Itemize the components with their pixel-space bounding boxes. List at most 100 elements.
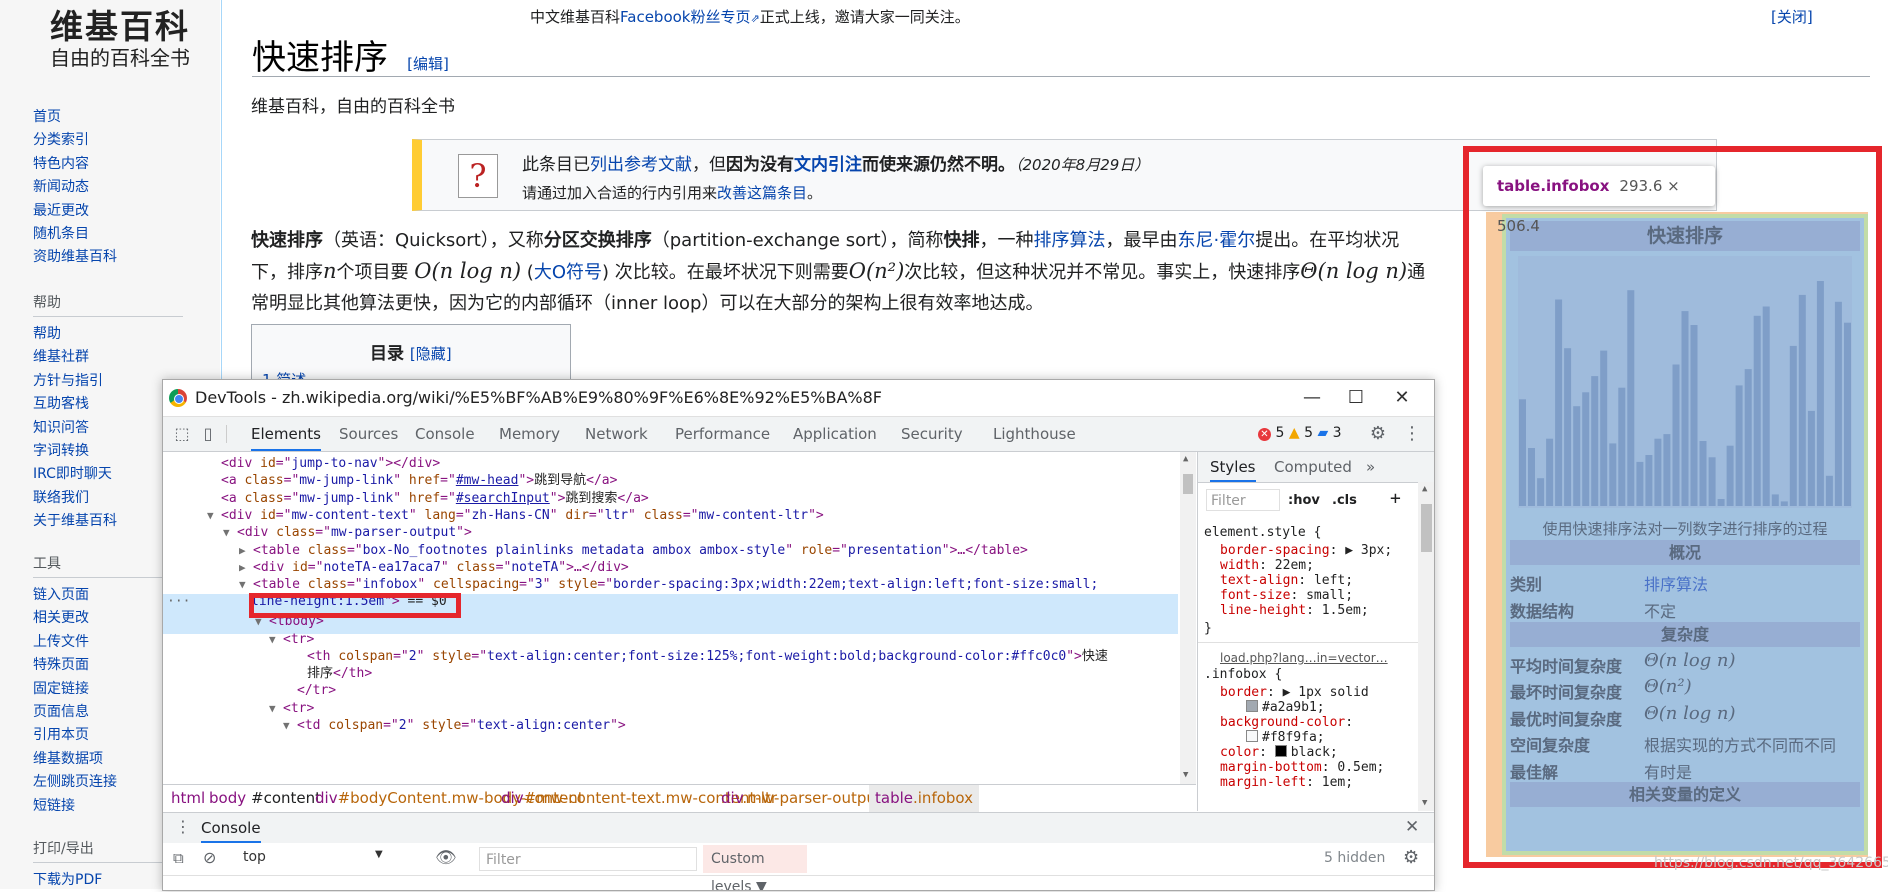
close-icon[interactable]: ✕: [1382, 383, 1422, 413]
drawer-close-icon[interactable]: ✕: [1405, 817, 1419, 837]
styles-scroll-thumb[interactable]: [1421, 504, 1432, 552]
tony-hoare-link[interactable]: 东尼·霍尔: [1178, 230, 1256, 251]
dom-node-line[interactable]: <th colspan="2" style="text-align:center…: [293, 647, 1108, 667]
lead-text: （partition-exchange sort），简称: [651, 230, 944, 251]
toc-toggle[interactable]: [隐藏]: [410, 345, 452, 363]
ambox-improve-link[interactable]: 改善这篇条目: [717, 184, 807, 202]
scroll-down-icon[interactable]: ▼: [1422, 798, 1427, 808]
dom-token: class: [643, 507, 683, 523]
devtools-tab-lighthouse[interactable]: Lighthouse: [993, 417, 1076, 451]
devtools-tab-sources[interactable]: Sources: [339, 417, 398, 451]
dom-token: ": [393, 473, 409, 489]
sidebar-item-nav[interactable]: 特色内容: [33, 153, 213, 176]
dom-node-line[interactable]: ▼ <td colspan="2" style="text-align:cente…: [283, 716, 626, 736]
hov-toggle[interactable]: :hov: [1288, 492, 1320, 510]
node-actions-ellipsis[interactable]: ···: [167, 594, 190, 609]
devtools-tab-memory[interactable]: Memory: [499, 417, 560, 451]
custom-levels-dropdown[interactable]: Custom levels ▼: [703, 845, 807, 890]
devtools-tab-elements[interactable]: Elements: [251, 417, 321, 451]
live-expression-eye-icon[interactable]: 👁: [435, 848, 457, 868]
dom-token: =": [440, 473, 456, 489]
sorting-algorithm-link[interactable]: 排序算法: [1034, 230, 1106, 251]
color-swatch[interactable]: [1274, 745, 1287, 757]
more-vertical-icon[interactable]: ⋮: [1403, 425, 1421, 443]
elements-scroll-thumb[interactable]: [1183, 474, 1193, 494]
sidebar-item-nav[interactable]: 随机条目: [33, 223, 213, 246]
sidebar-item-nav[interactable]: 新闻动态: [33, 176, 213, 199]
dom-token[interactable]: #searchInput: [456, 491, 550, 506]
sidebar-item-nav[interactable]: 首页: [33, 106, 213, 129]
ambox-inline-cite-link[interactable]: 文内引注: [794, 155, 862, 175]
breadcrumb-item[interactable]: html: [171, 785, 205, 812]
sidebar-item-nav[interactable]: 分类索引: [33, 129, 213, 152]
logo-subtitle: 自由的百科全书: [50, 46, 190, 70]
color-swatch[interactable]: [1246, 700, 1258, 712]
rule-close: }: [1204, 621, 1212, 636]
ambox-ref-link[interactable]: 列出参考文献: [590, 155, 692, 175]
collapse-triangle-icon[interactable]: ▼: [283, 716, 297, 736]
edit-link[interactable]: [编辑]: [407, 55, 449, 73]
clear-console-icon[interactable]: ⊘: [203, 848, 216, 867]
chrome-icon: [169, 389, 187, 407]
notice-link[interactable]: Facebook粉丝专页: [620, 8, 750, 26]
collapse-triangle-icon[interactable]: ▼: [223, 523, 237, 543]
breadcrumb-item[interactable]: body: [209, 785, 246, 812]
dom-token: ": [785, 542, 801, 558]
styles-filter-input[interactable]: Filter: [1206, 489, 1280, 511]
inspect-element-icon[interactable]: ⬚: [173, 425, 191, 443]
devtools-tab-network[interactable]: Network: [585, 417, 648, 451]
css-declaration[interactable]: line-height: 1.5em;: [1220, 602, 1369, 620]
devtools-tab-performance[interactable]: Performance: [675, 417, 770, 451]
add-rule-icon[interactable]: +: [1390, 490, 1401, 508]
elements-tree[interactable]: ··· <div id="jump-to-nav"></div> <a class…: [163, 452, 1196, 784]
settings-gear-icon[interactable]: ⚙: [1369, 425, 1387, 443]
scroll-up-icon[interactable]: ▲: [1422, 484, 1427, 494]
tooltip-selector: table.infobox: [1497, 177, 1610, 195]
sidebar-item-help[interactable]: 帮助: [33, 323, 213, 346]
devtools-tab-console[interactable]: Console: [415, 417, 475, 451]
cls-toggle[interactable]: .cls: [1332, 492, 1357, 510]
big-o-link[interactable]: 大O符号: [534, 262, 602, 283]
collapse-triangle-icon[interactable]: ▼: [269, 699, 283, 719]
elements-scrollbar[interactable]: ▲ ▼: [1180, 452, 1196, 784]
styles-scrollbar[interactable]: ▲ ▼: [1418, 482, 1434, 811]
rule-source-link[interactable]: load.php?lang…in=vector…: [1220, 649, 1388, 667]
breadcrumb-item[interactable]: div.mw-parser-output: [721, 785, 882, 812]
sidebar-item-nav[interactable]: 最近更改: [33, 200, 213, 223]
dom-token: <th: [307, 648, 339, 664]
dom-token[interactable]: #mw-head: [456, 473, 519, 488]
device-toolbar-icon[interactable]: ▯: [199, 425, 217, 443]
context-selector[interactable]: top ▼: [243, 849, 393, 869]
styles-tab[interactable]: »: [1366, 452, 1375, 482]
drawer-tab-console[interactable]: Console: [201, 813, 261, 843]
close-notice-link[interactable]: [关闭]: [1771, 6, 1813, 27]
sidebar-item-nav[interactable]: 资助维基百科: [33, 246, 213, 269]
color-swatch[interactable]: [1246, 730, 1258, 742]
lead-line-1: 快速排序（英语：Quicksort），又称分区交换排序（partition-ex…: [251, 225, 1471, 256]
breadcrumb-item[interactable]: #content: [251, 785, 321, 812]
drawer-menu-icon[interactable]: ⋮: [175, 817, 191, 836]
issue-badges[interactable]: ✕ 5 ▲ 5 ▰ 3: [1258, 425, 1342, 441]
dom-token: 排序: [307, 666, 334, 682]
css-declaration[interactable]: margin-left: 1em;: [1220, 774, 1353, 792]
breadcrumb-item[interactable]: table.infobox: [869, 785, 980, 812]
dom-token: =": [440, 490, 456, 506]
collapse-triangle-icon[interactable]: ▼: [269, 630, 283, 650]
scroll-down-icon[interactable]: ▼: [1183, 770, 1188, 780]
console-settings-gear-icon[interactable]: ⚙: [1403, 847, 1419, 868]
scroll-up-icon[interactable]: ▲: [1183, 454, 1188, 464]
devtools-tab-security[interactable]: Security: [901, 417, 963, 451]
minimize-icon[interactable]: —: [1292, 383, 1332, 413]
sidebar-toggle-icon[interactable]: ⧉: [173, 849, 184, 867]
wikipedia-logo[interactable]: 维基百科 自由的百科全书: [20, 8, 220, 71]
css-property: text-align: [1220, 573, 1299, 588]
maximize-icon[interactable]: ☐: [1336, 383, 1376, 413]
sidebar-item-help[interactable]: 维基社群: [33, 346, 213, 369]
devtools-tab-application[interactable]: Application: [793, 417, 877, 451]
math-expression: O(n²): [848, 259, 905, 283]
collapse-triangle-icon[interactable]: ▼: [207, 506, 221, 526]
styles-tab[interactable]: Styles: [1210, 452, 1256, 482]
console-filter-input[interactable]: Filter: [479, 847, 697, 871]
styles-tab[interactable]: Computed: [1274, 452, 1352, 482]
rule-selector: element.style {: [1204, 525, 1322, 540]
